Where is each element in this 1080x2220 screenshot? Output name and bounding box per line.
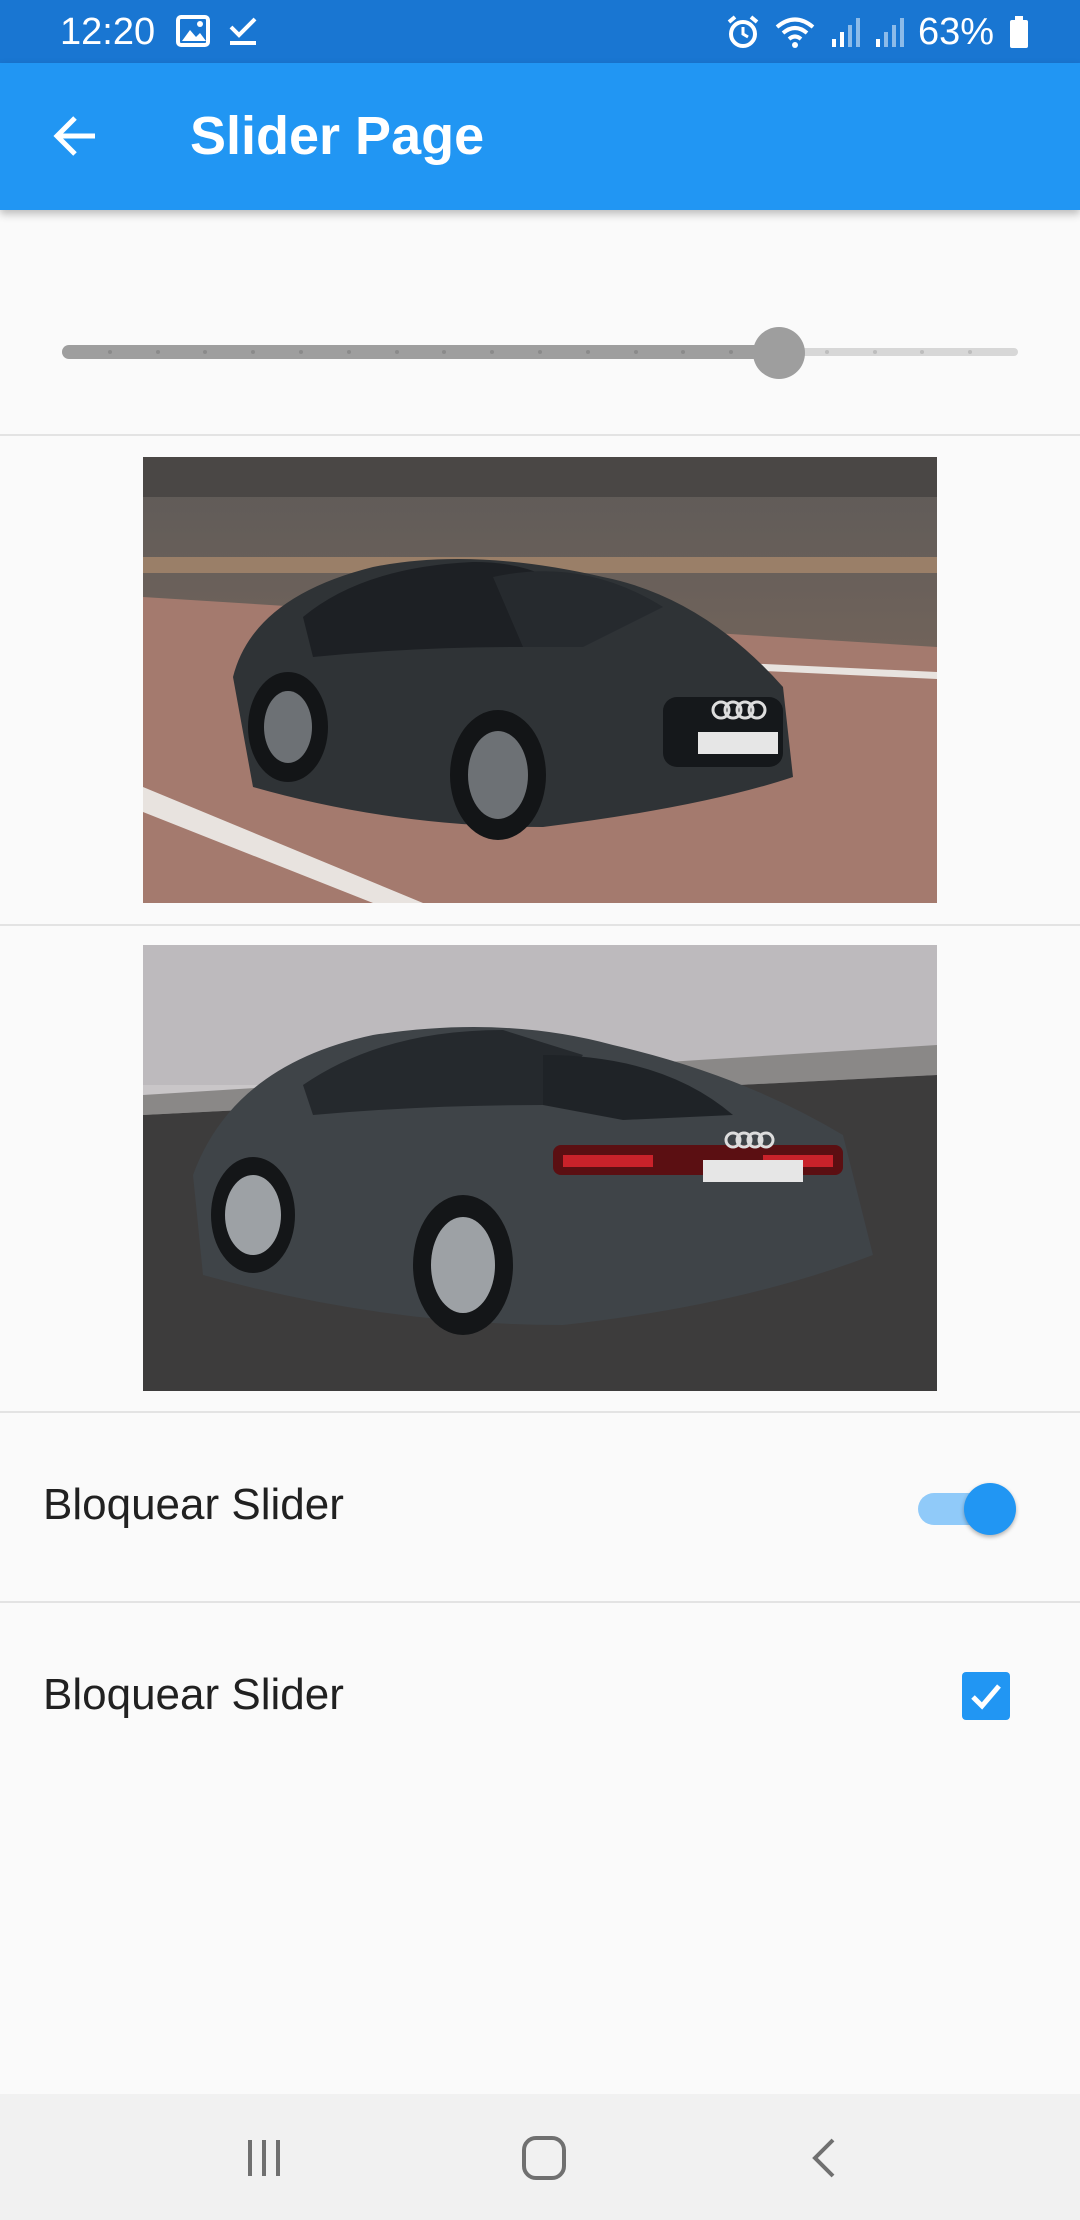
checkbox-label: Bloquear Slider: [43, 1670, 344, 1719]
slider-container: [0, 210, 1080, 435]
checkmark-icon: [229, 17, 257, 45]
back-icon: [812, 2138, 835, 2178]
home-icon: [522, 2136, 566, 2180]
lock-slider-checkbox[interactable]: [962, 1672, 1010, 1720]
car-rear-image: [143, 945, 937, 1391]
recent-apps-icon: [248, 2140, 280, 2176]
slider-track[interactable]: [62, 345, 1018, 359]
app-bar: Slider Page: [0, 63, 1080, 210]
status-bar: 12:20 63%: [0, 0, 1080, 63]
lock-slider-switch[interactable]: [918, 1483, 1016, 1535]
slider-tick: [633, 350, 638, 354]
slider-tick: [538, 350, 542, 354]
battery-percent: 63%: [917, 11, 994, 53]
divider: [0, 1601, 1080, 1603]
recent-apps-button[interactable]: [234, 2128, 294, 2188]
switch-label: Bloquear Slider: [43, 1480, 344, 1529]
slider-tick: [824, 350, 829, 354]
slider-track-active: [62, 345, 779, 359]
divider: [0, 434, 1080, 436]
wifi-icon: [775, 17, 815, 48]
page-title: Slider Page: [190, 106, 485, 166]
alarm-icon: [727, 15, 759, 48]
slider-tick: [346, 350, 351, 354]
back-button[interactable]: [40, 101, 110, 171]
slider-tick: [107, 350, 112, 354]
slider-tick: [872, 350, 877, 354]
status-time: 12:20: [60, 11, 156, 53]
switch-thumb: [964, 1483, 1016, 1535]
check-icon: [971, 1684, 1001, 1710]
slider-tick: [155, 350, 160, 354]
status-right-icons: 63%: [726, 10, 1030, 54]
image-icon: [176, 15, 210, 47]
battery-icon: [1010, 16, 1028, 48]
signal-icon: [831, 18, 860, 47]
home-button[interactable]: [514, 2128, 574, 2188]
system-nav-bar: [0, 2094, 1080, 2220]
divider: [0, 924, 1080, 926]
arrow-back-icon: [53, 116, 95, 156]
car-front-image: [143, 457, 937, 903]
status-left-icons: [176, 15, 258, 47]
nav-back-button[interactable]: [795, 2128, 855, 2188]
slider-tick: [299, 350, 303, 354]
slider-thumb[interactable]: [753, 327, 805, 379]
divider: [0, 1411, 1080, 1413]
signal-icon: [875, 18, 904, 47]
slider-tick: [585, 350, 590, 354]
slider-tick: [394, 350, 399, 354]
